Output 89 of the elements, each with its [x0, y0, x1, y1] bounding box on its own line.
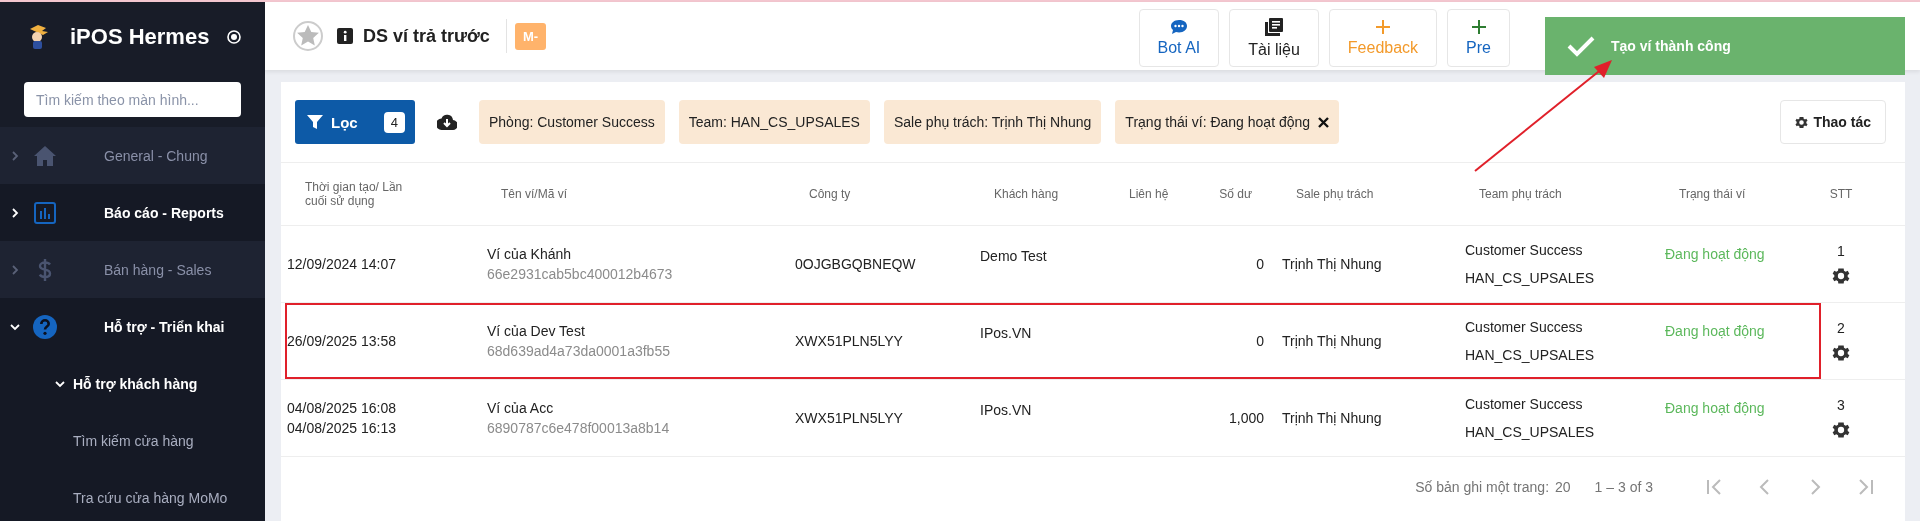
row-number: 3 — [1837, 397, 1845, 413]
column-header: Tên ví/Mã ví — [500, 187, 569, 201]
house-icon — [33, 144, 57, 167]
chevron-down-icon[interactable] — [55, 378, 65, 389]
team-name: HAN_CS_UPSALES — [1465, 269, 1596, 288]
chevron-right-icon[interactable] — [10, 207, 20, 218]
filter-icon — [307, 114, 323, 130]
row-number: 2 — [1837, 320, 1845, 336]
column-header: Sale phụ trách — [1295, 187, 1375, 201]
radio-dot-icon[interactable] — [227, 30, 242, 44]
header-button[interactable]: Pre — [1447, 9, 1510, 67]
status-text: Đang hoạt động — [1665, 246, 1765, 262]
balance: 0 — [1256, 256, 1264, 272]
header-button[interactable]: Bot AI — [1138, 9, 1220, 67]
mode-badge: M- — [514, 22, 547, 50]
column-header: Số dư — [1218, 187, 1253, 201]
info-icon[interactable] — [337, 28, 353, 44]
wallet-id: 6890787c6e478f00013a8b14 — [487, 419, 671, 438]
date-time: 26/09/2025 13:58 — [287, 332, 397, 351]
status-text: Đang hoạt động — [1665, 400, 1765, 416]
dollar-icon — [38, 257, 52, 282]
header-button[interactable]: Tài liệu — [1229, 9, 1319, 67]
wallet-id: 66e2931cab5bc400012b4673 — [487, 265, 674, 284]
menu-item[interactable]: Bán hàng - Sales — [0, 241, 265, 298]
table-row[interactable]: 12/09/2024 14:07 Ví của Khánh 66e2931cab5bc400012b4673 0OJGBGQBNEQW Demo Test 0 Trịnh Thị Nhung Customer Success HAN_CS_UPSALES Đang hoạt động 1 — [281, 226, 1905, 303]
column-header: Team phụ trách — [1478, 187, 1563, 201]
status-text: Đang hoạt động — [1665, 323, 1765, 339]
date-time: 04/08/2025 16:08 — [287, 399, 397, 418]
customer-name: Demo Test — [980, 248, 1047, 264]
plus-icon — [1374, 19, 1391, 35]
filter-chip[interactable]: Phòng: Customer Success — [479, 100, 665, 144]
gear-icon — [1795, 115, 1809, 129]
table-row[interactable]: 04/08/2025 16:08 04/08/2025 16:13 Ví của Acc 6890787c6e478f00013a8b14 XWX51PLN5LYY IPos.VN 1,000 Trịnh Thị Nhung Customer Success HAN_CS_UPSALES Đang hoạt động 3 — [281, 380, 1905, 457]
plus-icon — [1470, 19, 1487, 35]
team-name: HAN_CS_UPSALES — [1465, 346, 1596, 365]
page-title: DS ví trả trước — [363, 19, 507, 53]
filter-button[interactable]: Lọc 4 — [295, 100, 415, 144]
search-field[interactable]: Tìm kiếm theo màn hình... — [24, 82, 241, 117]
sale-name: Trịnh Thị Nhung — [1282, 256, 1382, 272]
gear-icon[interactable] — [1832, 344, 1850, 362]
row-number: 1 — [1837, 243, 1845, 259]
bar-chart-icon — [34, 201, 56, 224]
balance: 1,000 — [1228, 410, 1264, 426]
balance: 0 — [1256, 333, 1264, 349]
star-circle-icon[interactable] — [293, 21, 323, 51]
brand-name: iPOS Hermes — [70, 24, 210, 50]
date-time: 04/08/2025 16:13 — [287, 419, 397, 438]
cloud-download-icon[interactable] — [437, 114, 457, 130]
team-name: Customer Success — [1465, 241, 1584, 260]
filter-chip[interactable]: Sale phụ trách: Trịnh Thị Nhung — [883, 100, 1102, 144]
gear-icon[interactable] — [1832, 421, 1850, 439]
team-name: Customer Success — [1465, 318, 1584, 337]
checkmark-icon — [1567, 35, 1595, 57]
column-header: Khách hàng — [993, 187, 1060, 201]
wallet-name: Ví của Acc — [487, 399, 555, 418]
company-code: XWX51PLN5LYY — [795, 410, 903, 426]
date-time: 12/09/2024 14:07 — [287, 255, 397, 274]
customer-name: IPos.VN — [980, 402, 1032, 418]
column-header: Trạng thái ví — [1678, 187, 1747, 201]
wallet-id: 68d639ad4a73da0001a3fb55 — [487, 342, 671, 361]
table-row[interactable]: 26/09/2025 13:58 Ví của Dev Test 68d639ad4a73da0001a3fb55 XWX51PLN5LYY IPos.VN 0 Trịnh Thị Nhung Customer Success HAN_CS_UPSALES Đang hoạt động 2 — [281, 303, 1905, 380]
column-header: Liên hệ — [1128, 187, 1170, 201]
sale-name: Trịnh Thị Nhung — [1282, 333, 1382, 349]
page-range: 1 – 3 of 3 — [1594, 479, 1653, 495]
menu-item[interactable]: General - Chung — [0, 127, 265, 184]
customer-name: IPos.VN — [980, 325, 1032, 341]
close-icon[interactable] — [1318, 116, 1330, 128]
toast-message: Tạo ví thành công — [1611, 38, 1731, 54]
team-name: HAN_CS_UPSALES — [1465, 423, 1596, 442]
filter-count: 4 — [383, 111, 405, 133]
column-header: Thời gian tạo/ Lần cuối sử dụng — [304, 180, 404, 208]
chat-bubble-icon — [1169, 19, 1188, 35]
sale-name: Trịnh Thị Nhung — [1282, 410, 1382, 426]
question-circle-icon — [33, 314, 57, 339]
filter-chip[interactable]: Trạng thái ví: Đang hoạt động — [1115, 100, 1340, 144]
wallet-name: Ví của Khánh — [487, 245, 573, 264]
page-size-value[interactable]: 20 — [1555, 479, 1571, 495]
gear-icon[interactable] — [1832, 267, 1850, 285]
team-name: Customer Success — [1465, 395, 1584, 414]
column-header: STT — [1828, 187, 1854, 201]
book-stack-icon — [1264, 17, 1285, 37]
column-header: Công ty — [808, 187, 852, 201]
actions-button[interactable]: Thao tác — [1780, 100, 1886, 144]
company-code: 0OJGBGQBNEQW — [795, 256, 916, 272]
page-size-label: Số bản ghi một trang: — [1415, 479, 1550, 495]
wallet-name: Ví của Dev Test — [487, 322, 586, 341]
filter-chip[interactable]: Team: HAN_CS_UPSALES — [678, 100, 870, 144]
company-code: XWX51PLN5LYY — [795, 333, 903, 349]
chevron-down-icon[interactable] — [10, 321, 20, 332]
